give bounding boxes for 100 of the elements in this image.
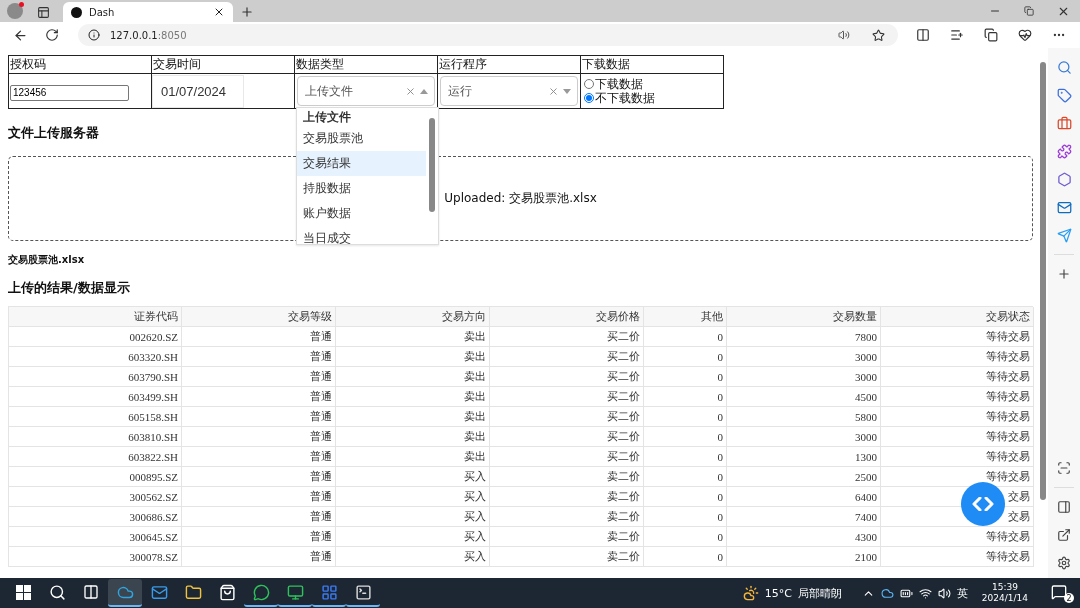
temperature: 15°C xyxy=(764,586,792,600)
code-icon xyxy=(972,497,994,511)
chat-icon xyxy=(252,583,270,601)
address-field[interactable]: 127.0.0.1:8050 xyxy=(78,24,898,46)
table-cell: 普通 xyxy=(182,527,336,547)
form-header: 授权码 xyxy=(8,55,152,74)
column-header: 交易方向 xyxy=(336,307,490,327)
puzzle-icon[interactable] xyxy=(1055,142,1073,160)
wifi-icon[interactable] xyxy=(918,586,932,600)
tag-icon[interactable] xyxy=(1055,86,1073,104)
input-method[interactable]: 英 xyxy=(956,585,968,601)
form-header: 下载数据 xyxy=(580,55,724,74)
table-cell: 买入 xyxy=(336,487,490,507)
data-type-dropdown[interactable]: 上传文件 xyxy=(297,76,435,106)
dropdown-option[interactable]: 交易股票池 xyxy=(297,126,426,151)
table-cell: 603320.SH xyxy=(9,347,182,367)
table-cell: 卖二价 xyxy=(490,467,644,487)
notification-button[interactable]: 2 xyxy=(1042,579,1076,607)
dropdown-option[interactable]: 上传文件 xyxy=(297,108,426,126)
table-cell: 买二价 xyxy=(490,407,644,427)
table-cell: 2100 xyxy=(727,547,881,567)
form-header: 运行程序 xyxy=(437,55,581,74)
auth-code-field[interactable]: 123456 xyxy=(10,84,129,101)
upload-message: Uploaded: 交易股票池.xlsx xyxy=(444,190,597,207)
table-cell: 等待交易 xyxy=(881,467,1034,487)
dropdown-option[interactable]: 账户数据 xyxy=(297,201,426,226)
mail-icon xyxy=(150,583,168,601)
table-cell: 603499.SH xyxy=(9,387,182,407)
volume-icon[interactable] xyxy=(937,586,951,600)
screenshot-icon[interactable] xyxy=(1055,459,1073,477)
sidebar-toggle-icon[interactable] xyxy=(1055,498,1073,516)
run-dropdown[interactable]: 运行 xyxy=(440,76,578,106)
table-cell: 0 xyxy=(644,427,727,447)
table-cell: 等待交易 xyxy=(881,527,1034,547)
table-cell: 卖出 xyxy=(336,347,490,367)
table-cell: 普通 xyxy=(182,407,336,427)
table-cell: 7400 xyxy=(727,507,881,527)
table-cell: 0 xyxy=(644,387,727,407)
column-header: 交易状态 xyxy=(881,307,1034,327)
table-cell: 002620.SZ xyxy=(9,327,182,347)
table-cell: 3000 xyxy=(727,367,881,387)
store-icon xyxy=(218,583,236,601)
date-field[interactable]: 01/07/2024 xyxy=(152,74,244,108)
dropdown-option[interactable]: 交易结果 xyxy=(297,151,426,176)
table-cell: 买二价 xyxy=(490,447,644,467)
weather-text: 局部晴朗 xyxy=(797,585,842,601)
dropdown-option[interactable]: 当日成交 xyxy=(297,226,426,244)
close-icon[interactable] xyxy=(213,6,225,18)
table-cell: 等待交易 xyxy=(881,447,1034,467)
table-cell: 等待交易 xyxy=(881,327,1034,347)
table-cell: 等待交易 xyxy=(881,347,1034,367)
table-cell: 普通 xyxy=(182,387,336,407)
clock[interactable]: 15:39 2024/1/14 xyxy=(981,582,1028,604)
browser-tab[interactable]: Dash xyxy=(63,2,233,22)
table-cell: 买二价 xyxy=(490,427,644,447)
caret-icon xyxy=(563,88,571,94)
send-icon[interactable] xyxy=(1055,226,1073,244)
file-name: 交易股票池.xlsx xyxy=(8,253,85,267)
table-cell: 300562.SZ xyxy=(9,487,182,507)
form-header: 交易时间 xyxy=(151,55,295,74)
table-cell: 3000 xyxy=(727,427,881,447)
app-icon xyxy=(320,583,338,601)
table-cell: 等待交易 xyxy=(881,367,1034,387)
table-cell: 300686.SZ xyxy=(9,507,182,527)
terminal-icon xyxy=(354,583,372,601)
table-cell: 7800 xyxy=(727,327,881,347)
radio-option[interactable]: 下载数据 xyxy=(584,77,723,91)
dropdown-option[interactable]: 持股数据 xyxy=(297,176,426,201)
table-cell: 0 xyxy=(644,487,727,507)
clear-icon[interactable] xyxy=(548,85,559,97)
table-cell: 0 xyxy=(644,367,727,387)
table-cell: 卖出 xyxy=(336,327,490,347)
column-header: 交易等级 xyxy=(182,307,336,327)
info-icon[interactable] xyxy=(88,29,100,41)
column-header: 证券代码 xyxy=(9,307,182,327)
radio-button[interactable] xyxy=(584,93,594,103)
cloud-icon[interactable] xyxy=(880,586,894,600)
table-cell: 普通 xyxy=(182,467,336,487)
weather-icon[interactable] xyxy=(742,585,759,601)
clear-icon[interactable] xyxy=(405,85,416,97)
toolbox-icon[interactable] xyxy=(1055,114,1073,132)
radio-button[interactable] xyxy=(584,79,594,89)
table-cell: 买入 xyxy=(336,527,490,547)
table-cell: 4500 xyxy=(727,387,881,407)
table-cell: 普通 xyxy=(182,367,336,387)
notification-icon xyxy=(1051,584,1067,600)
table-cell: 普通 xyxy=(182,447,336,467)
table-cell: 买二价 xyxy=(490,387,644,407)
hexagon-icon[interactable] xyxy=(1055,170,1073,188)
table-cell: 0 xyxy=(644,447,727,467)
tab-title: Dash xyxy=(89,6,116,18)
profile-avatar[interactable] xyxy=(7,3,23,19)
url-text: 127.0.0.1:8050 xyxy=(110,29,188,41)
external-link-icon[interactable] xyxy=(1055,526,1073,544)
notification-count: 2 xyxy=(1064,593,1074,603)
folder-icon xyxy=(184,583,202,601)
settings-icon[interactable] xyxy=(1055,554,1073,572)
table-cell: 卖出 xyxy=(336,367,490,387)
table-cell: 0 xyxy=(644,467,727,487)
radio-option[interactable]: 不下载数据 xyxy=(584,91,723,105)
